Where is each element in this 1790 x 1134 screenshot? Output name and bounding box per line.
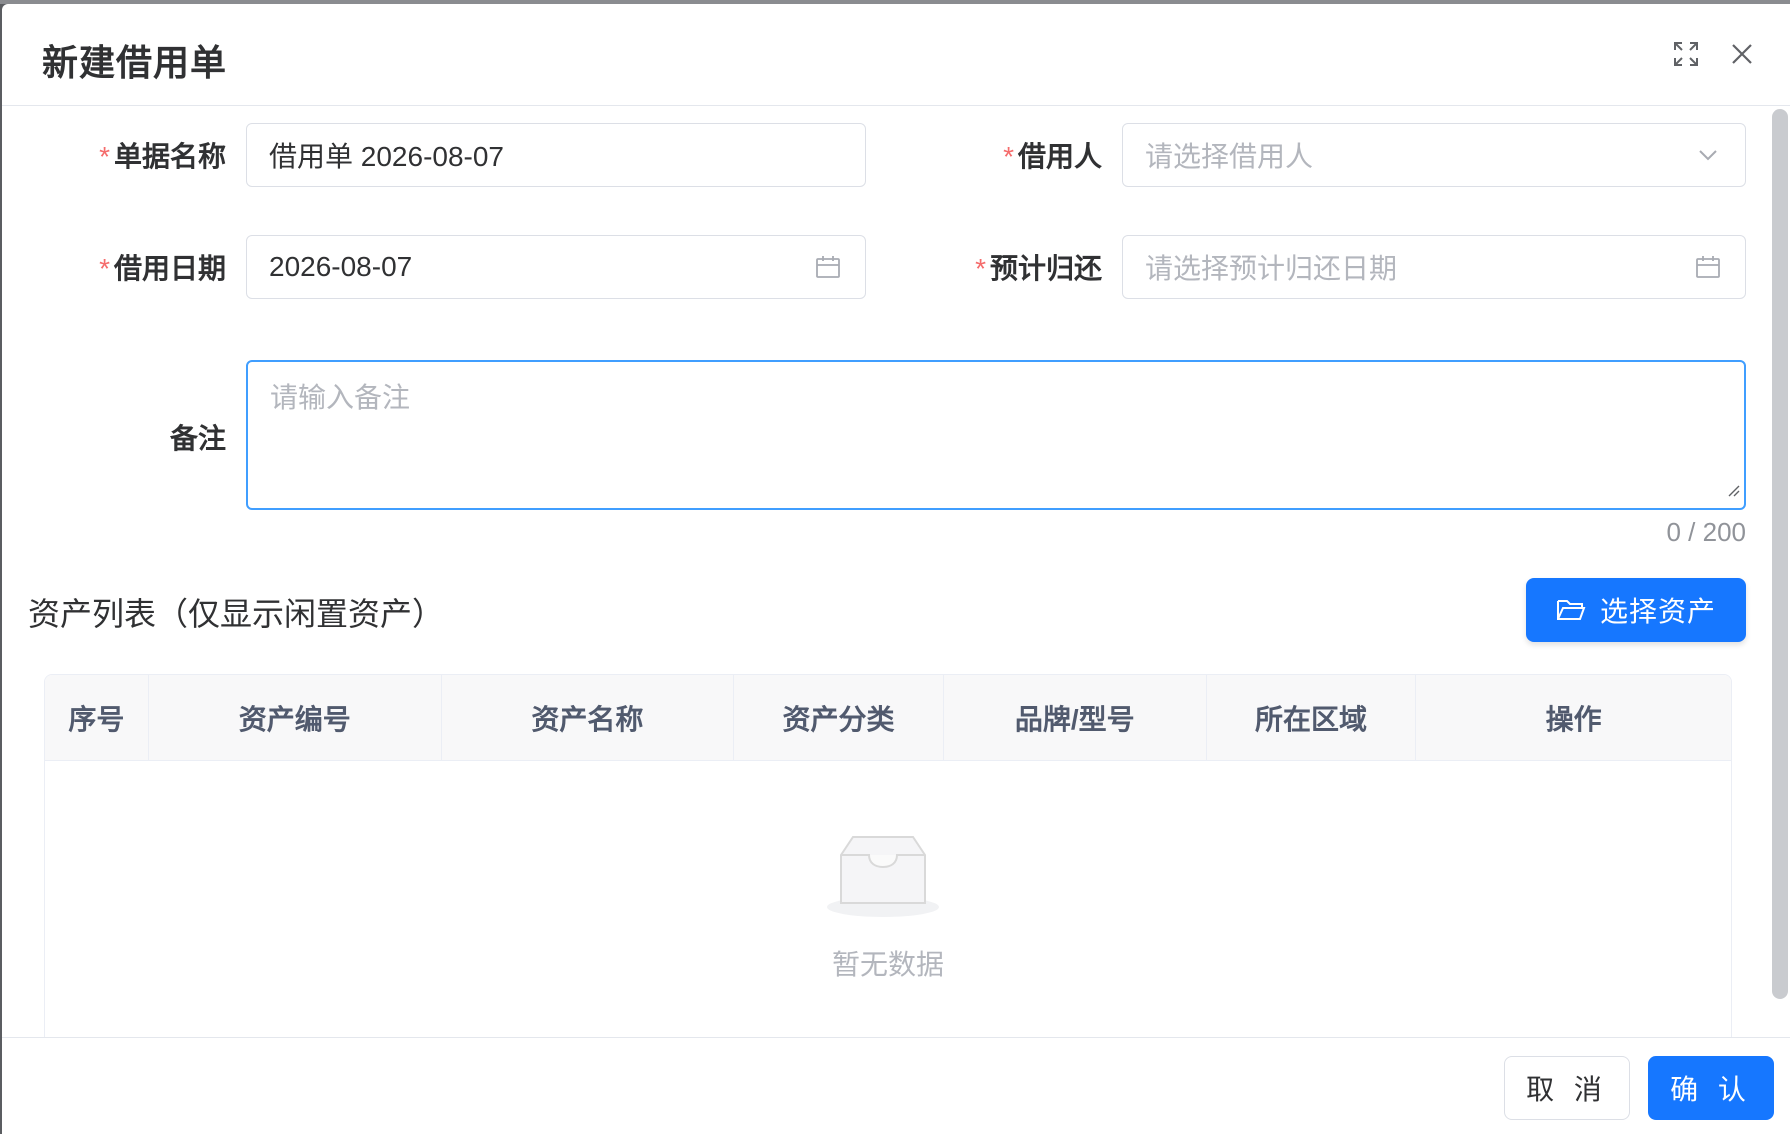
resize-handle[interactable] [1726, 472, 1740, 504]
remark-placeholder: 请输入备注 [270, 382, 411, 413]
dialog-body: * 单据名称 借用单 2026-08-07 * 借用人 请选择借用人 * 借用日期 2… [2, 107, 1790, 1037]
doc-name-label: * 单据名称 [99, 141, 226, 172]
required-mark: * [1003, 141, 1014, 172]
expected-return-label: * 预计归还 [975, 253, 1102, 284]
borrow-date-picker[interactable]: 2026-08-07 [246, 235, 866, 299]
calendar-icon [813, 252, 843, 282]
confirm-button[interactable]: 确 认 [1648, 1056, 1774, 1120]
remark-textarea[interactable]: 请输入备注 [246, 360, 1746, 510]
column-header[interactable]: 品牌/型号 [944, 675, 1207, 761]
column-header[interactable]: 所在区域 [1207, 675, 1417, 761]
doc-name-value: 借用单 2026-08-07 [269, 141, 505, 172]
dialog-footer: 取 消 确 认 [2, 1037, 1790, 1134]
borrow-date-value: 2026-08-07 [269, 251, 413, 282]
new-borrow-dialog: 新建借用单 * 单据名称 借用单 2026-08-07 * 借用人 请选择借用人… [2, 4, 1790, 1134]
cancel-button[interactable]: 取 消 [1504, 1056, 1630, 1120]
scrollbar-thumb[interactable] [1772, 109, 1788, 999]
empty-inbox-icon [827, 836, 939, 917]
table-header: 序号 资产编号 资产名称 资产分类 品牌/型号 所在区域 操作 [45, 675, 1731, 761]
asset-section-title: 资产列表（仅显示闲置资产） [28, 596, 445, 632]
body-scrollbar[interactable] [1770, 107, 1790, 1037]
column-header[interactable]: 资产分类 [734, 675, 944, 761]
fullscreen-icon [1674, 42, 1698, 66]
column-header[interactable]: 序号 [45, 675, 149, 761]
required-mark: * [975, 253, 986, 284]
folder-open-icon [1556, 597, 1586, 623]
empty-text: 暂无数据 [831, 949, 944, 980]
remark-counter: 0 / 200 [1666, 517, 1746, 547]
borrower-placeholder: 请选择借用人 [1145, 141, 1314, 172]
borrow-date-label: * 借用日期 [99, 253, 226, 284]
calendar-icon [1693, 252, 1723, 282]
column-header[interactable]: 资产编号 [149, 675, 442, 761]
required-mark: * [99, 253, 110, 284]
borrower-select[interactable]: 请选择借用人 [1122, 123, 1746, 187]
column-header[interactable]: 资产名称 [442, 675, 735, 761]
close-button[interactable] [1722, 34, 1762, 74]
required-mark: * [99, 141, 110, 172]
fullscreen-button[interactable] [1666, 34, 1706, 74]
close-icon [1732, 44, 1752, 64]
column-header[interactable]: 操作 [1416, 675, 1731, 761]
asset-table: 序号 资产编号 资产名称 资产分类 品牌/型号 所在区域 操作 暂无数据 [44, 674, 1732, 1037]
doc-name-input[interactable]: 借用单 2026-08-07 [246, 123, 866, 187]
borrower-label: * 借用人 [1003, 141, 1102, 172]
expected-return-picker[interactable]: 请选择预计归还日期 [1122, 235, 1746, 299]
select-asset-label: 选择资产 [1599, 596, 1716, 627]
dialog-title: 新建借用单 [42, 42, 228, 83]
expected-return-placeholder: 请选择预计归还日期 [1145, 253, 1398, 284]
remark-label: 备注 [169, 423, 226, 454]
select-asset-button[interactable]: 选择资产 [1526, 578, 1746, 642]
table-empty-state: 暂无数据 [45, 761, 1731, 1037]
chevron-down-icon [1693, 140, 1723, 170]
dialog-header: 新建借用单 [2, 4, 1790, 106]
